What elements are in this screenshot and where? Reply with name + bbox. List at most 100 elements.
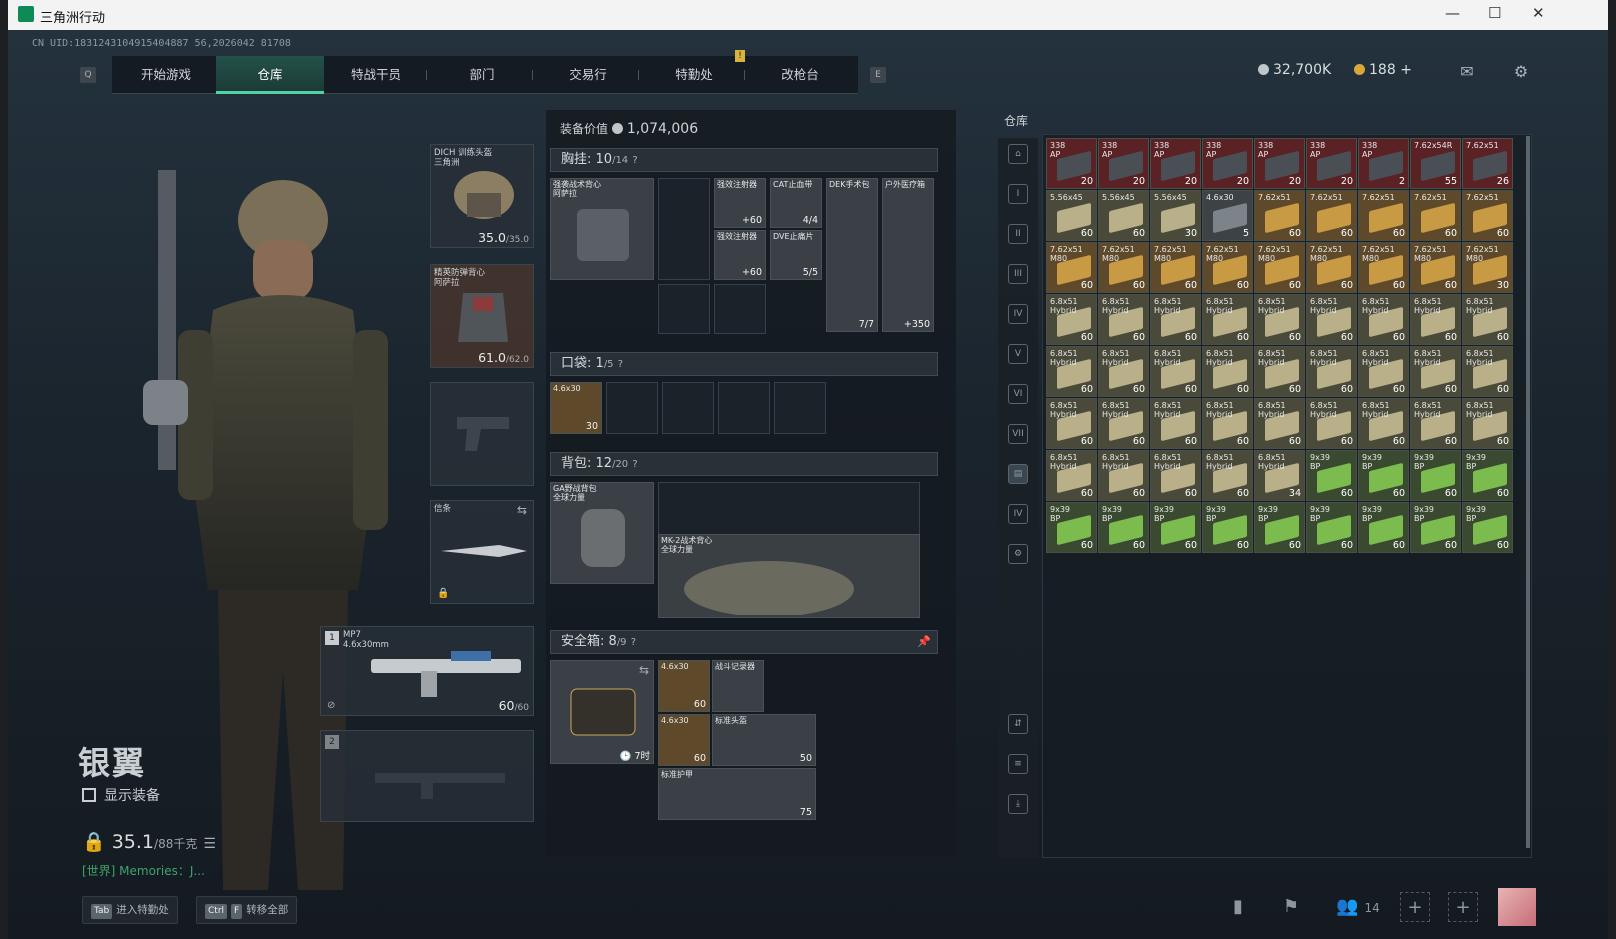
stash-ammo-item[interactable]: 7.62x51 M80 60 <box>1098 242 1149 293</box>
chest-cell[interactable] <box>658 284 710 334</box>
chest-cell[interactable] <box>714 284 766 334</box>
maximize-button[interactable]: ☐ <box>1488 4 1501 22</box>
gear-icon[interactable]: ⚙ <box>1510 62 1532 81</box>
stash-ammo-item[interactable]: 6.8x51 Hybrid 60 <box>1098 346 1149 397</box>
stash-ammo-item[interactable]: 6.8x51 Hybrid 60 <box>1254 346 1305 397</box>
stash-sort-icon[interactable]: ⇵ <box>1008 714 1028 734</box>
stash-ammo-item[interactable]: 6.8x51 Hybrid 60 <box>1098 294 1149 345</box>
stash-ammo-item[interactable]: 7.62x51 M80 30 <box>1462 242 1513 293</box>
painkiller-item[interactable]: DVE止痛片 5/5 <box>770 230 822 280</box>
medkit-item[interactable]: 户外医疗箱 +350 <box>882 178 934 332</box>
stash-ammo-item[interactable]: 9x39 BP 60 <box>1150 502 1201 553</box>
stash-ammo-item[interactable]: 6.8x51 Hybrid 60 <box>1098 450 1149 501</box>
stash-ammo-item[interactable]: 6.8x51 Hybrid 60 <box>1046 398 1097 449</box>
stash-ammo-item[interactable]: 6.8x51 Hybrid 60 <box>1410 294 1461 345</box>
primary-weapon-slot[interactable]: 1 MP7 4.6x30mm ⊘ 60/60 <box>320 626 534 716</box>
help-icon[interactable]: ? <box>632 459 637 470</box>
flag-icon[interactable]: ⚑ <box>1276 892 1306 922</box>
stash-ammo-item[interactable]: 6.8x51 Hybrid 60 <box>1410 398 1461 449</box>
add-squad-slot-button[interactable]: + <box>1400 892 1430 922</box>
stash-ammo-item[interactable]: 9x39 BP 60 <box>1358 450 1409 501</box>
stash-ammo-item[interactable]: 6.8x51 Hybrid 60 <box>1150 346 1201 397</box>
stash-filter-1-icon[interactable]: I <box>1008 184 1028 204</box>
tab-gunsmith[interactable]: 改枪台 <box>746 56 854 94</box>
stash-ammo-item[interactable]: 7.62x51 60 <box>1254 190 1305 241</box>
stash-ammo-item[interactable]: 6.8x51 Hybrid 60 <box>1046 294 1097 345</box>
stash-ammo-item[interactable]: 5.56x45 60 <box>1046 190 1097 241</box>
pistol-slot-empty[interactable] <box>430 382 534 486</box>
stash-ammo-item[interactable]: 4.6x30 5 <box>1202 190 1253 241</box>
list-icon[interactable]: ☰ <box>203 836 216 852</box>
stash-ammo-item[interactable]: 338 AP 2 <box>1358 138 1409 189</box>
stash-ammo-item[interactable]: 6.8x51 Hybrid 34 <box>1254 450 1305 501</box>
stash-ammo-item[interactable]: 6.8x51 Hybrid 60 <box>1202 450 1253 501</box>
stash-ammo-item[interactable]: 7.62x51 60 <box>1462 190 1513 241</box>
minimize-button[interactable]: — <box>1445 4 1460 22</box>
tab-special-ops[interactable]: 特勤处 <box>640 56 748 94</box>
stash-ammo-item[interactable]: 338 AP 20 <box>1254 138 1305 189</box>
stash-ammo-item[interactable]: 6.8x51 Hybrid 60 <box>1358 294 1409 345</box>
mail-icon[interactable]: ✉ <box>1456 62 1478 81</box>
safe-ammo-item[interactable]: 4.6x30 60 <box>658 714 710 766</box>
standard-armor-item[interactable]: 标准护甲 75 <box>658 768 816 820</box>
friends-button[interactable]: 👥 14 <box>1328 892 1388 922</box>
enter-special-ops-button[interactable]: Tab 进入特勤处 <box>82 896 178 924</box>
stash-ammo-item[interactable]: 9x39 BP 60 <box>1410 502 1461 553</box>
stash-ammo-item[interactable]: 6.8x51 Hybrid 60 <box>1410 346 1461 397</box>
nav-next-key[interactable]: E <box>870 67 886 83</box>
stash-ammo-item[interactable]: 6.8x51 Hybrid 60 <box>1150 450 1201 501</box>
stash-ammo-item[interactable]: 6.8x51 Hybrid 60 <box>1046 346 1097 397</box>
stash-ammo-item[interactable]: 338 AP 20 <box>1150 138 1201 189</box>
stash-filter-4-icon[interactable]: IV <box>1008 304 1028 324</box>
stash-filter-8-icon[interactable]: IV <box>1008 504 1028 524</box>
stash-ammo-item[interactable]: 338 AP 20 <box>1098 138 1149 189</box>
stash-ammo-item[interactable]: 6.8x51 Hybrid 60 <box>1150 398 1201 449</box>
stash-ammo-item[interactable]: 7.62x51 M80 60 <box>1046 242 1097 293</box>
safe-ammo-item[interactable]: 4.6x30 60 <box>658 660 710 712</box>
stash-ammo-item[interactable]: 6.8x51 Hybrid 60 <box>1046 450 1097 501</box>
stats-icon[interactable]: ▮ <box>1223 892 1253 922</box>
pin-icon[interactable]: 📌 <box>917 631 931 653</box>
backpack-item[interactable]: GA野战背包 全球力量 <box>550 482 654 584</box>
swap-icon[interactable]: ⇆ <box>639 663 649 677</box>
pocket-cell[interactable] <box>774 382 826 434</box>
stash-ammo-item[interactable]: 7.62x51 M80 60 <box>1202 242 1253 293</box>
stash-settings-icon[interactable]: ⚙ <box>1008 544 1028 564</box>
pocket-cell[interactable] <box>606 382 658 434</box>
stash-ammo-item[interactable]: 9x39 BP 60 <box>1306 450 1357 501</box>
stash-ammo-item[interactable]: 9x39 BP 60 <box>1202 502 1253 553</box>
layers-icon[interactable]: ≡ <box>1008 754 1028 774</box>
stash-ammo-item[interactable]: 9x39 BP 60 <box>1046 502 1097 553</box>
swap-icon[interactable]: ⇆ <box>517 503 527 517</box>
stash-ammo-item[interactable]: 6.8x51 Hybrid 60 <box>1202 294 1253 345</box>
close-button[interactable]: ✕ <box>1532 4 1545 22</box>
stash-scrollbar[interactable] <box>1526 136 1530 848</box>
pocket-cell[interactable] <box>718 382 770 434</box>
stash-ammo-item[interactable]: 338 AP 20 <box>1046 138 1097 189</box>
stash-ammo-item[interactable]: 9x39 BP 60 <box>1358 502 1409 553</box>
help-icon[interactable]: ? <box>631 637 636 648</box>
tab-trading[interactable]: 交易行 <box>534 56 642 94</box>
tab-warehouse[interactable]: 仓库 <box>216 56 324 94</box>
chest-cell[interactable] <box>658 178 710 280</box>
stash-ammo-item[interactable]: 6.8x51 Hybrid 60 <box>1306 346 1357 397</box>
standard-helmet-item[interactable]: 标准头盔 50 <box>712 714 816 766</box>
stash-ammo-item[interactable]: 7.62x51 M80 60 <box>1358 242 1409 293</box>
stash-ammo-item[interactable]: 9x39 BP 60 <box>1462 502 1513 553</box>
pocket-ammo-item[interactable]: 4.6x30 30 <box>550 382 602 434</box>
chest-rig-item[interactable]: 强袭战术背心 阿萨拉 <box>550 178 654 280</box>
stash-ammo-item[interactable]: 6.8x51 Hybrid 60 <box>1358 346 1409 397</box>
stash-ammo-item[interactable]: 7.62x51 M80 60 <box>1150 242 1201 293</box>
stash-ammo-item[interactable]: 7.62x51 60 <box>1410 190 1461 241</box>
show-equipment-toggle[interactable]: 显示装备 <box>82 785 160 805</box>
stash-filter-7-icon[interactable]: VII <box>1008 424 1028 444</box>
stash-ammo-item[interactable]: 5.56x45 30 <box>1150 190 1201 241</box>
stash-ammo-item[interactable]: 6.8x51 Hybrid 60 <box>1358 398 1409 449</box>
surgery-kit-item[interactable]: DEK手术包 7/7 <box>826 178 878 332</box>
stash-filter-5-icon[interactable]: V <box>1008 344 1028 364</box>
stash-ammo-item[interactable]: 6.8x51 Hybrid 60 <box>1150 294 1201 345</box>
pocket-cell[interactable] <box>662 382 714 434</box>
stash-ammo-item[interactable]: 6.8x51 Hybrid 60 <box>1306 294 1357 345</box>
world-chat-preview[interactable]: [世界] Memories：J... <box>82 862 205 879</box>
stash-ammo-item[interactable]: 7.62x51 26 <box>1462 138 1513 189</box>
